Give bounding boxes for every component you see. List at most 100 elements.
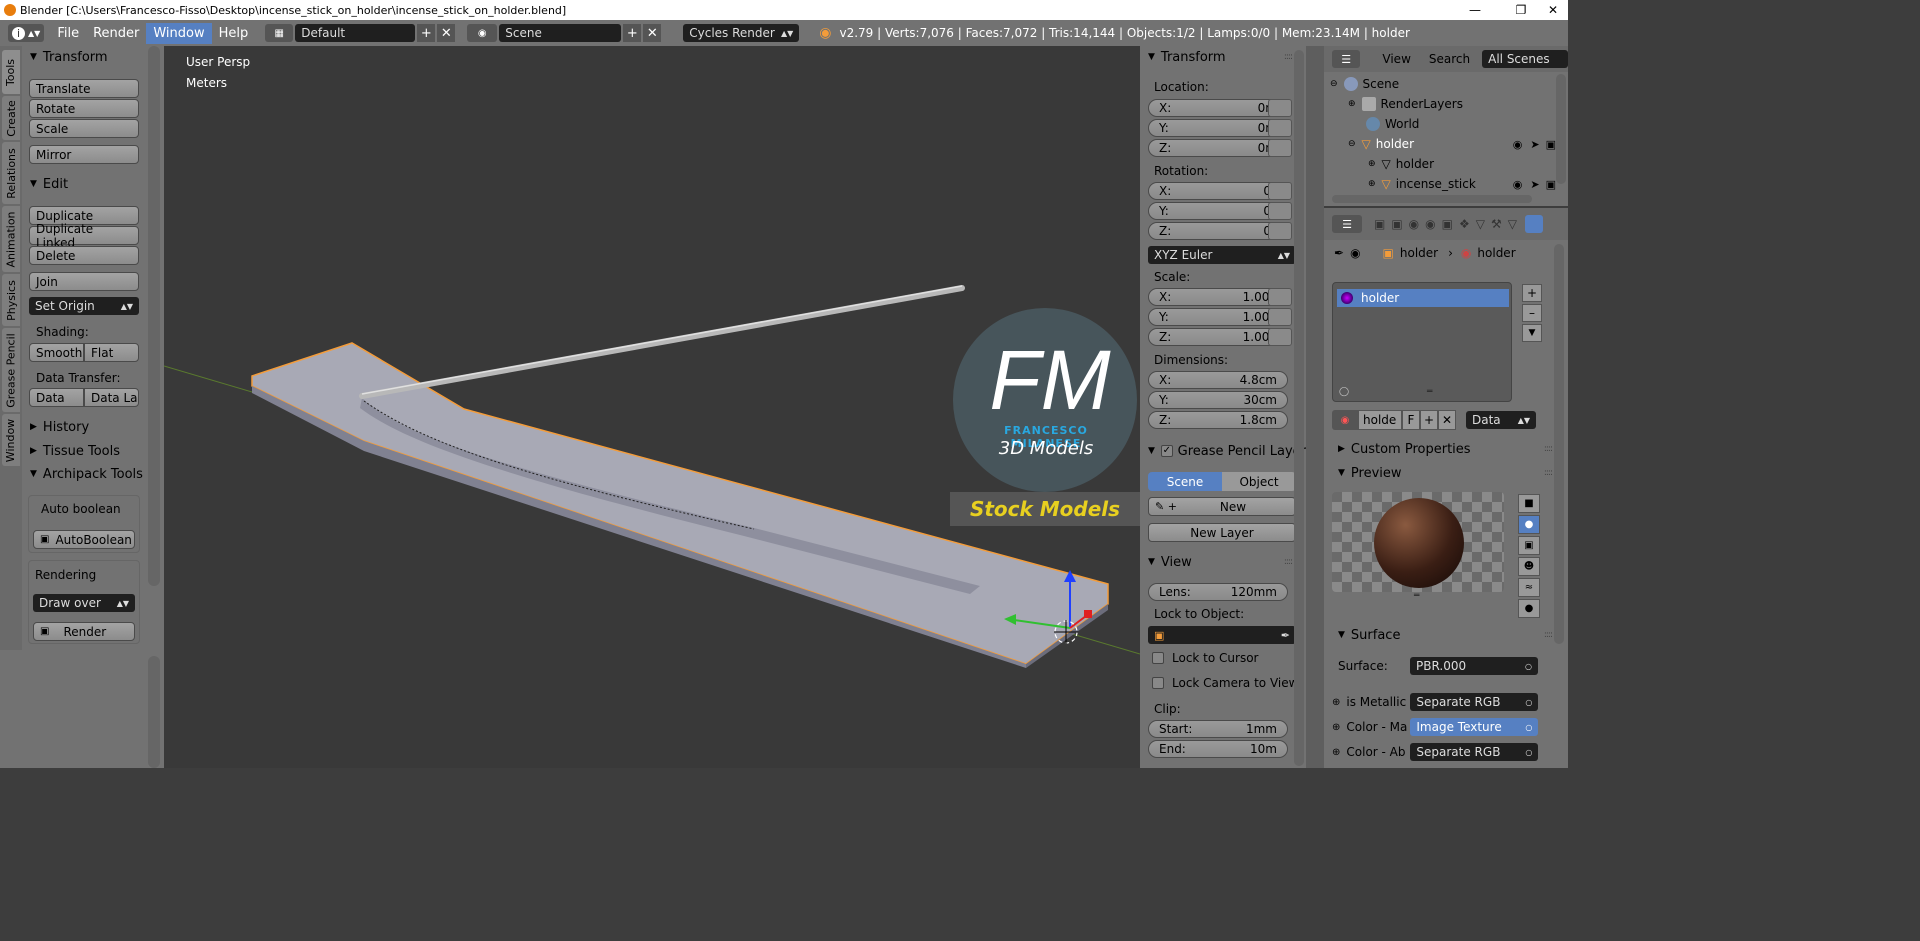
new-layer-button[interactable]: New Layer (1148, 523, 1296, 542)
lock-camera-checkbox[interactable] (1152, 677, 1164, 689)
lock-rotation-y-icon[interactable] (1268, 202, 1292, 220)
rotation-x-field[interactable]: X:0° (1148, 182, 1288, 200)
preview-resize-icon[interactable]: ═ (1414, 591, 1419, 601)
drag-grip-icon[interactable]: :::: (1544, 444, 1553, 454)
lock-to-cursor-checkbox[interactable] (1152, 652, 1164, 664)
preview-sphere-icon[interactable]: ● (1518, 515, 1540, 534)
close-icon[interactable]: ✕ (1530, 0, 1576, 20)
eyedropper-icon[interactable]: ✒ (1281, 629, 1290, 642)
render-button[interactable]: ▣ Render (33, 622, 135, 641)
drag-grip-icon[interactable]: :::: (1284, 52, 1293, 62)
menu-help[interactable]: Help (212, 23, 256, 44)
drag-grip-icon[interactable]: :::: (1544, 468, 1553, 478)
grease-pencil-checkbox[interactable]: ✓ (1160, 445, 1173, 457)
outliner-row-holder-mesh[interactable]: ⊕ ▽ holder (1324, 154, 1556, 174)
region-divider[interactable] (1306, 46, 1324, 768)
dimensions-x-field[interactable]: X: 4.8cm (1148, 371, 1288, 389)
outliner-row-world[interactable]: World (1324, 114, 1556, 134)
translate-button[interactable]: Translate (29, 79, 139, 98)
n-transform-header[interactable]: ▼ Transform :::: (1140, 46, 1300, 68)
transform-panel-header[interactable]: ▼ Transform :::: (22, 46, 164, 68)
properties-scrollbar[interactable] (1554, 244, 1564, 644)
lock-rotation-z-icon[interactable] (1268, 222, 1292, 240)
add-slot-icon[interactable]: + (1522, 284, 1542, 302)
tab-physics[interactable]: Physics (2, 274, 20, 326)
remove-scene-icon[interactable]: ✕ (643, 24, 662, 42)
scene-tab-button[interactable]: Scene (1148, 472, 1222, 491)
collapse-icon[interactable]: ⊖ (1348, 139, 1356, 149)
list-resize-icon[interactable]: ═ (1427, 387, 1432, 397)
preview-plane-icon[interactable]: ■ (1518, 494, 1540, 513)
slot-menu-icon[interactable]: ▼ (1522, 324, 1542, 342)
input-color-ab-dropdown[interactable]: Separate RGB ○ (1410, 743, 1539, 761)
tab-tools[interactable]: Tools (2, 50, 20, 94)
tab-grease-pencil[interactable]: Grease Pencil (2, 328, 20, 412)
edit-panel-header[interactable]: ▼ Edit :::: (22, 173, 164, 195)
material-name-field[interactable]: holde (1358, 410, 1402, 430)
grease-pencil-header[interactable]: ▼ ✓ Grease Pencil Layer (1140, 440, 1306, 462)
preview-cube-icon[interactable]: ▣ (1518, 536, 1540, 555)
lens-field[interactable]: Lens: 120mm (1148, 583, 1288, 601)
layout-name-field[interactable]: Default (295, 24, 416, 42)
tab-animation[interactable]: Animation (2, 206, 20, 272)
scale-button[interactable]: Scale (29, 119, 139, 138)
eye-icon[interactable]: ◉ (1513, 138, 1523, 151)
smooth-button[interactable]: Smooth (29, 343, 84, 362)
expand-icon[interactable]: ⊕ (1348, 99, 1356, 109)
camera-render-icon[interactable]: ▣ (1546, 178, 1556, 191)
expand-socket-icon[interactable]: ⊕ (1332, 697, 1340, 708)
rotation-y-field[interactable]: Y:0° (1148, 202, 1288, 220)
expand-socket-icon[interactable]: ⊕ (1332, 722, 1340, 733)
properties-editor-icon[interactable]: ☰ (1332, 215, 1362, 233)
set-origin-dropdown[interactable]: Set Origin ▲▼ (29, 297, 139, 315)
link-mode-dropdown[interactable]: Data ▲▼ (1466, 411, 1536, 429)
outliner-row-renderlayers[interactable]: ⊕ RenderLayers (1324, 94, 1556, 114)
outliner-search-menu[interactable]: Search (1429, 52, 1470, 66)
cursor-select-icon[interactable]: ➤ (1530, 178, 1539, 191)
preview-hair-icon[interactable]: ≈ (1518, 578, 1540, 597)
remove-slot-icon[interactable]: – (1522, 304, 1542, 322)
delete-button[interactable]: Delete (29, 246, 139, 265)
draw-over-dropdown[interactable]: Draw over ▲▼ (33, 594, 135, 612)
data-transfer-button[interactable]: Data (29, 388, 84, 407)
tissue-tools-panel-header[interactable]: ▶ Tissue Tools :::: (22, 440, 164, 462)
lock-location-x-icon[interactable] (1268, 99, 1292, 117)
remove-layout-icon[interactable]: ✕ (437, 24, 456, 42)
scene-name-field[interactable]: Scene (499, 24, 622, 42)
mirror-button[interactable]: Mirror (29, 145, 139, 164)
editor-type-selector[interactable]: i ▲▼ (8, 24, 45, 42)
rotation-mode-dropdown[interactable]: XYZ Euler ▲▼ (1148, 246, 1296, 264)
rotation-z-field[interactable]: Z:0° (1148, 222, 1288, 240)
menu-window[interactable]: Window (146, 22, 212, 44)
lock-location-z-icon[interactable] (1268, 139, 1292, 157)
dimensions-y-field[interactable]: Y: 30cm (1148, 391, 1288, 409)
rotate-button[interactable]: Rotate (29, 99, 139, 118)
context-tabs[interactable]: ▣▣◉◉▣❖▽⚒▽ (1374, 217, 1523, 231)
eye-icon[interactable]: ◉ (1513, 178, 1523, 191)
new-material-icon[interactable]: + (1420, 410, 1438, 430)
lock-camera-row[interactable]: Lock Camera to View (1152, 676, 1298, 690)
dimensions-z-field[interactable]: Z: 1.8cm (1148, 411, 1288, 429)
outliner-hscrollbar[interactable] (1332, 195, 1532, 203)
surface-header[interactable]: ▼ Surface :::: (1330, 624, 1560, 646)
lock-rotation-x-icon[interactable] (1268, 182, 1292, 200)
new-gpencil-button[interactable]: ✎ + New (1148, 497, 1296, 516)
location-z-field[interactable]: Z:0m (1148, 139, 1288, 157)
location-x-field[interactable]: X:0m (1148, 99, 1288, 117)
minimize-icon[interactable]: — (1452, 0, 1498, 20)
scale-y-field[interactable]: Y: 1.000 (1148, 308, 1288, 326)
drag-grip-icon[interactable]: :::: (1284, 557, 1293, 567)
n-panel-scrollbar[interactable] (1294, 50, 1304, 766)
3d-viewport[interactable]: User Persp Meters FM FRANCESCO MILANESE … (164, 46, 1140, 768)
outliner-row-incense-stick[interactable]: ⊕ ▽ incense_stick ◉ ➤ ▣ (1324, 174, 1556, 194)
lock-to-cursor-row[interactable]: Lock to Cursor (1152, 651, 1258, 665)
archipack-panel-header[interactable]: ▼ Archipack Tools :::: (22, 463, 164, 485)
tab-create[interactable]: Create (2, 96, 20, 140)
preview-header[interactable]: ▼ Preview :::: (1330, 462, 1560, 484)
material-tab-icon[interactable] (1524, 215, 1543, 233)
browse-material-icon[interactable]: ◉ (1332, 410, 1358, 430)
scale-z-field[interactable]: Z: 1.000 (1148, 328, 1288, 346)
menu-file[interactable]: File (50, 23, 86, 44)
autoboolean-button[interactable]: ▣ AutoBoolean (33, 530, 135, 549)
object-tab-button[interactable]: Object (1222, 472, 1296, 491)
